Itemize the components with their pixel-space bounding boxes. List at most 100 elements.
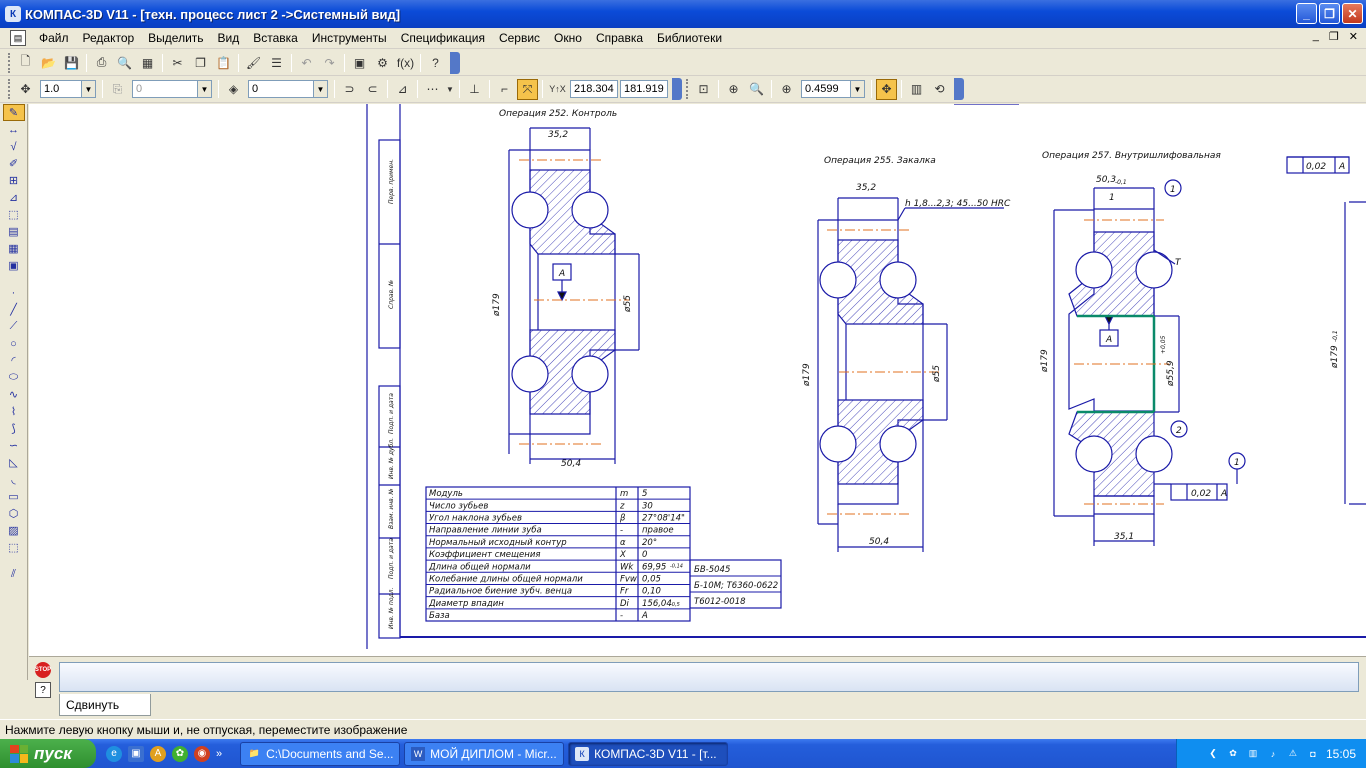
reports-tool-icon[interactable]: ▦	[3, 240, 25, 257]
desktop-icon[interactable]: ▣	[128, 745, 144, 762]
app-a-icon[interactable]: A	[150, 745, 166, 762]
variables-icon[interactable]: ⚙	[372, 52, 393, 73]
restore-button[interactable]: ❐	[1319, 3, 1340, 24]
document-icon[interactable]: ▤	[10, 30, 26, 46]
coord-x-field[interactable]: 218.304	[570, 80, 618, 98]
undo-icon[interactable]: ↶	[296, 52, 317, 73]
nurbs-tool-icon[interactable]: ∽	[3, 437, 25, 454]
local-cs-icon[interactable]: ⊥	[464, 79, 485, 100]
show-all-icon[interactable]: ▥	[906, 79, 927, 100]
measure-tool-icon[interactable]: ⊿	[3, 189, 25, 206]
symbols-tool-icon[interactable]: √	[3, 138, 25, 155]
task-explorer[interactable]: 📁 C:\Documents and Se...	[240, 741, 401, 766]
page-setup-icon[interactable]: ▦	[137, 52, 158, 73]
segment-tool-icon[interactable]: ⟋	[3, 318, 25, 335]
open-icon[interactable]: 📂	[38, 52, 59, 73]
stop-icon[interactable]: STOP	[35, 662, 51, 678]
menu-editor[interactable]: Редактор	[76, 31, 142, 45]
coord-y-field[interactable]: 181.919	[620, 80, 668, 98]
context-help-icon[interactable]: ?	[425, 52, 446, 73]
tray-network-icon[interactable]: ▥	[1246, 747, 1260, 761]
cut-icon[interactable]: ✂	[167, 52, 188, 73]
aux-line-tool-icon[interactable]: ╱	[3, 301, 25, 318]
previous-view-icon[interactable]: ⟲	[929, 79, 950, 100]
layer-state-combo[interactable]: 0 ▼	[132, 80, 212, 98]
point-tool-icon[interactable]: ·	[3, 284, 25, 301]
app-green-icon[interactable]: ✿	[172, 745, 188, 762]
property-bar[interactable]	[59, 662, 1359, 692]
snap-icon[interactable]: ✥	[15, 79, 36, 100]
print-icon[interactable]: ⎙	[91, 52, 112, 73]
circle-tool-icon[interactable]: ○	[3, 335, 25, 352]
command-tab[interactable]: Сдвинуть	[59, 694, 151, 716]
grid-dropdown-icon[interactable]: ▼	[445, 79, 455, 100]
drawing-canvas[interactable]: Операция 252. Контроль Операция 255. Зак…	[29, 104, 1366, 656]
zoom-scale-icon[interactable]: ⊕	[776, 79, 797, 100]
ortho-mode-icon[interactable]: ⌐	[494, 79, 515, 100]
paste-icon[interactable]: 📋	[213, 52, 234, 73]
layers-icon[interactable]: ◈	[223, 79, 244, 100]
menu-service[interactable]: Сервис	[492, 31, 547, 45]
toolbar-options-icon-2[interactable]	[672, 78, 682, 100]
properties-icon[interactable]: ☰	[266, 52, 287, 73]
dimensions-tool-icon[interactable]: ↔	[3, 121, 25, 138]
redo-icon[interactable]: ↷	[319, 52, 340, 73]
quicklaunch-more-icon[interactable]: »	[216, 748, 222, 760]
ortho-icon[interactable]: ⊿	[392, 79, 413, 100]
print-preview-icon[interactable]: 🔍	[114, 52, 135, 73]
menu-window[interactable]: Окно	[547, 31, 589, 45]
contour-tool-icon[interactable]: ⬚	[3, 539, 25, 556]
copy-icon[interactable]: ❐	[190, 52, 211, 73]
pan-icon[interactable]: ✥	[876, 78, 897, 100]
menu-tools[interactable]: Инструменты	[305, 31, 394, 45]
close-button[interactable]: ✕	[1342, 3, 1363, 24]
mdi-close-icon[interactable]: ✕	[1349, 30, 1358, 43]
tray-expand-icon[interactable]: ❮	[1206, 747, 1220, 761]
manager-icon[interactable]: ▣	[349, 52, 370, 73]
chrome-icon[interactable]: ◉	[194, 745, 210, 762]
spline-tool-icon[interactable]: ∿	[3, 386, 25, 403]
menu-view[interactable]: Вид	[211, 31, 247, 45]
function-icon[interactable]: f(x)	[395, 52, 416, 73]
tray-app-icon-4[interactable]: ◘	[1306, 747, 1320, 761]
equidistant-tool-icon[interactable]: ⫽	[3, 566, 25, 583]
edit-tool-icon[interactable]: ✐	[3, 155, 25, 172]
menu-specification[interactable]: Спецификация	[394, 31, 492, 45]
local-snap-icon[interactable]: ⊂	[362, 79, 383, 100]
menu-select[interactable]: Выделить	[141, 31, 210, 45]
layer-combo[interactable]: 0 ▼	[248, 80, 328, 98]
bezier-tool-icon[interactable]: ⟆	[3, 420, 25, 437]
task-word[interactable]: W МОЙ ДИПЛОМ - Micr...	[404, 741, 565, 766]
select-tool-icon[interactable]: ⬚	[3, 206, 25, 223]
task-kompas[interactable]: К КОМПАС-3D V11 - [т...	[568, 741, 729, 766]
coordinates-icon[interactable]: Y↑X	[547, 79, 568, 100]
menu-insert[interactable]: Вставка	[246, 31, 305, 45]
rectangle-tool-icon[interactable]: ▭	[3, 488, 25, 505]
tray-app-icon-3[interactable]: ⚠	[1286, 747, 1300, 761]
menu-help[interactable]: Справка	[589, 31, 650, 45]
mdi-minimize-icon[interactable]: _	[1313, 30, 1319, 43]
hatch-tool-icon[interactable]: ▨	[3, 522, 25, 539]
grid-icon[interactable]: ⋯	[422, 79, 443, 100]
tray-app-icon-1[interactable]: ✿	[1226, 747, 1240, 761]
refresh-view-icon[interactable]: ⊡	[693, 79, 714, 100]
arc-tool-icon[interactable]: ◜	[3, 352, 25, 369]
new-document-icon[interactable]: 🗋	[15, 52, 36, 73]
polyline-tool-icon[interactable]: ⌇	[3, 403, 25, 420]
mdi-restore-icon[interactable]: ❐	[1329, 30, 1339, 43]
ellipse-tool-icon[interactable]: ⬭	[3, 369, 25, 386]
zoom-combo[interactable]: 0.4599 ▼	[801, 80, 865, 98]
polygon-tool-icon[interactable]: ⬡	[3, 505, 25, 522]
ie-icon[interactable]: e	[106, 745, 122, 762]
drawing-area[interactable]: Операция 252. Контроль Операция 255. Зак…	[29, 104, 1366, 656]
minimize-button[interactable]: _	[1296, 3, 1317, 24]
kompas-app-icon[interactable]: К	[5, 6, 21, 22]
zoom-window-icon[interactable]: ⊕	[723, 79, 744, 100]
fillet-tool-icon[interactable]: ◟	[3, 471, 25, 488]
toolbar-grip-3[interactable]	[686, 79, 689, 99]
toolbar-grip[interactable]	[8, 52, 11, 73]
format-painter-icon[interactable]: 🖌	[243, 52, 264, 73]
toolbar-options-icon[interactable]	[450, 51, 460, 74]
menu-file[interactable]: Файл	[32, 31, 76, 45]
chamfer-tool-icon[interactable]: ◺	[3, 454, 25, 471]
